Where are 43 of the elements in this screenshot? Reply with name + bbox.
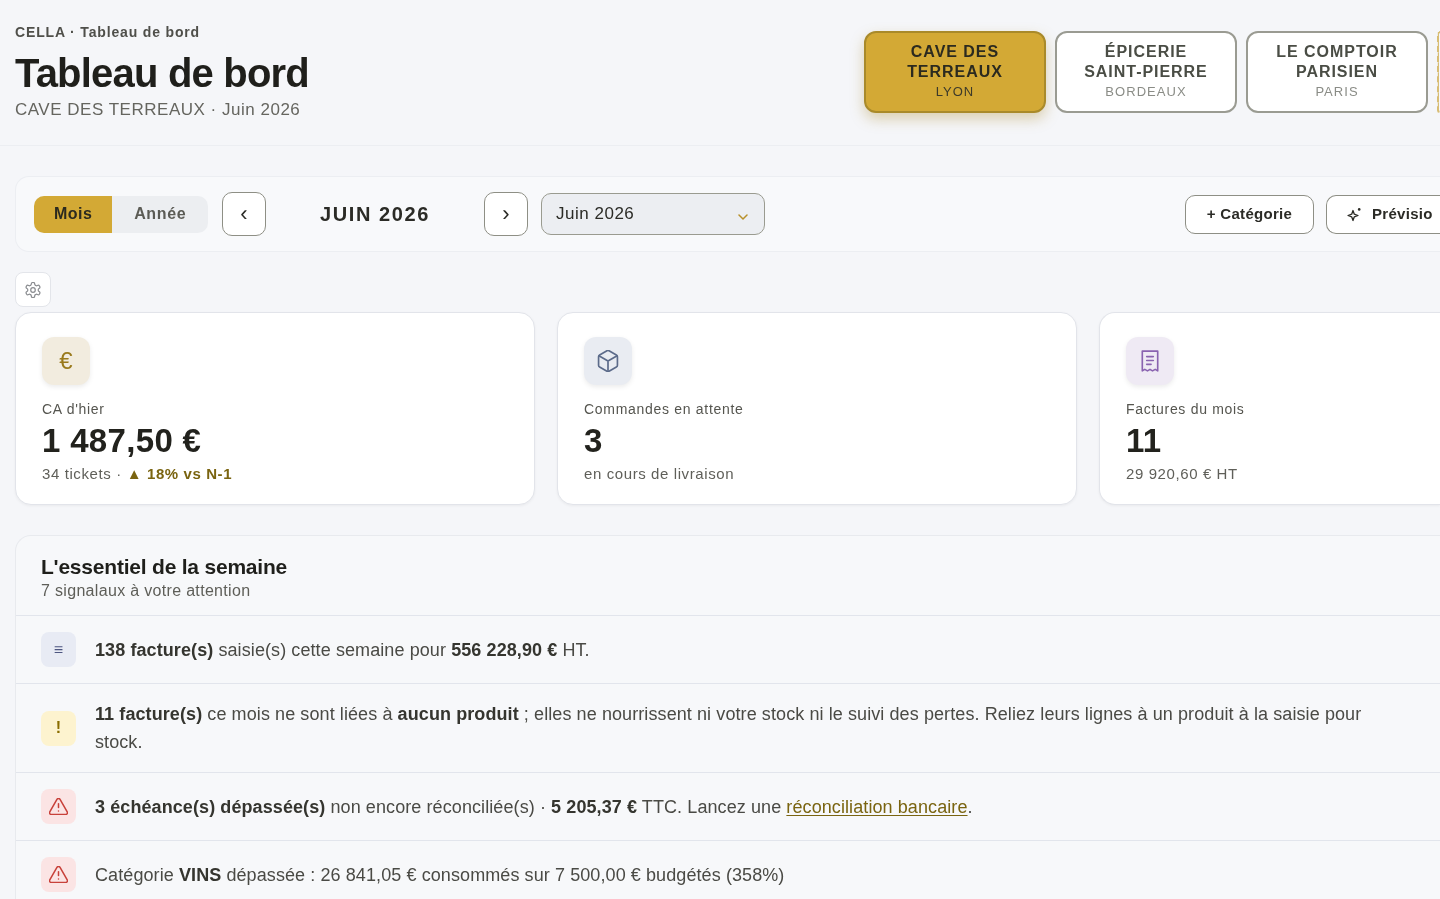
section-subtitle: 7 signalaux à votre attention <box>41 581 252 601</box>
period-select[interactable]: Juin 2026 <box>541 193 765 235</box>
warning-icon <box>41 857 76 892</box>
settings-button[interactable] <box>15 272 51 307</box>
list-icon: ≡ <box>41 632 76 667</box>
euro-icon: € <box>42 337 90 385</box>
sparkle-icon <box>1347 206 1362 222</box>
cube-icon <box>584 337 632 385</box>
add-category-button[interactable]: + Catégorie <box>1185 194 1314 234</box>
exclamation-icon: ! <box>41 710 76 746</box>
kpi-trend: ▲ 18% vs N-1 <box>126 465 233 483</box>
forecast-button[interactable]: Prévisio <box>1326 194 1440 234</box>
period-toggle[interactable]: Année <box>112 195 208 233</box>
kpi-label: CA d'hier <box>42 400 106 418</box>
settings-icon <box>25 281 41 298</box>
store-tab[interactable]: CAVE DES TERREAUX LYON <box>864 31 1046 113</box>
page-subtitle: CAVE DES TERREAUX · Juin 2026 <box>15 100 302 120</box>
previous-button[interactable]: ‹ <box>222 192 266 236</box>
next-button[interactable]: › <box>484 192 528 236</box>
period-label: JUIN 2026 <box>319 202 431 227</box>
store-tab[interactable]: LE COMPTOIR PARISIEN PARIS <box>1246 31 1428 113</box>
kpi-detail: 29 920,60 € HT <box>1126 465 1238 483</box>
kpi-label: Factures du mois <box>1126 400 1246 418</box>
section-title: L'essentiel de la semaine <box>41 554 289 580</box>
kpi-detail: en cours de livraison <box>584 465 735 483</box>
kpi-value: 11 <box>1126 423 1163 459</box>
kpi-label: Commandes en attente <box>584 400 745 418</box>
breadcrumb: CELLA · Tableau de bord <box>15 24 201 41</box>
chevron-down-icon <box>738 214 748 220</box>
signal-text: 11 facture(s) ce mois ne sont liées à aucun produit ; elles ne nourrissent ni votre stock ni le suivi des pertes. Reliez leurs lignes à un produit à la saisie pour stock. <box>95 703 1363 754</box>
kpi-value: 1 487,50 € <box>42 423 203 459</box>
page-title: Tableau de bord <box>15 51 310 95</box>
bank-reconciliation-link[interactable]: réconciliation bancaire <box>786 796 968 817</box>
warning-icon <box>41 789 76 824</box>
signal-text: Catégorie VINS dépassée : 26 841,05 € consommés sur 7 500,00 € budgétés (358%) <box>95 863 786 887</box>
kpi-value: 3 <box>584 423 604 459</box>
kpi-detail: 34 tickets · <box>42 465 122 483</box>
signal-text: 138 facture(s) saisie(s) cette semaine pour 556 228,90 € HT. <box>95 638 591 662</box>
signal-text: 3 échéance(s) dépassée(s) non encore réconciliée(s) · 5 205,37 € TTC. Lancez une réconciliation bancaire. <box>95 795 974 819</box>
period-toggle[interactable]: Mois <box>34 195 113 233</box>
store-tab[interactable]: ÉPICERIE SAINT-PIERRE BORDEAUX <box>1055 31 1237 113</box>
dashed-tab[interactable] <box>1437 31 1440 113</box>
receipt-icon <box>1126 337 1174 385</box>
